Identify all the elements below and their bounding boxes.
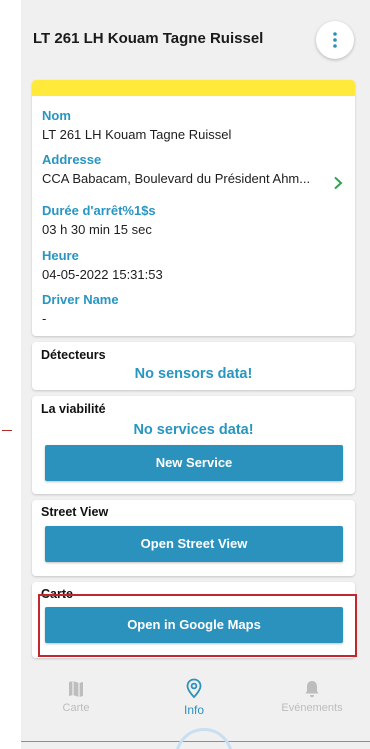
nav-tab-map[interactable]: Carte — [36, 666, 116, 714]
location-pin-icon — [186, 678, 202, 699]
sensors-empty-message: No sensors data! — [134, 366, 253, 382]
bottom-navigation: Carte Info Evénements — [21, 666, 370, 728]
edge-mark — [2, 430, 12, 431]
sensors-title: Détecteurs — [41, 348, 106, 362]
map-icon — [69, 681, 83, 697]
nav-tab-info[interactable]: Info — [154, 666, 234, 717]
time-value: 04-05-2022 15:31:53 — [42, 267, 163, 282]
more-vertical-icon — [333, 32, 337, 48]
stop-duration-label: Durée d'arrêt%1$s — [42, 203, 156, 218]
chevron-right-icon[interactable] — [333, 176, 343, 190]
address-value: CCA Babacam, Boulevard du Président Ahm.… — [42, 171, 311, 186]
services-title: La viabilité — [41, 402, 106, 416]
app-screen: LT 261 LH Kouam Tagne Ruissel Nom LT 261… — [21, 0, 370, 749]
more-options-button[interactable] — [316, 21, 354, 59]
name-field: Nom LT 261 LH Kouam Tagne Ruissel — [42, 108, 342, 142]
services-empty-message: No services data! — [133, 422, 254, 438]
stop-duration-field: Durée d'arrêt%1$s 03 h 30 min 15 sec — [42, 203, 342, 237]
nav-tab-info-label: Info — [183, 703, 204, 717]
floating-circle-overlay — [175, 728, 233, 749]
name-label: Nom — [42, 108, 71, 123]
stop-duration-value: 03 h 30 min 15 sec — [42, 222, 152, 237]
street-view-card: Street View Open Street View — [32, 500, 355, 576]
page-title: LT 261 LH Kouam Tagne Ruissel — [33, 30, 264, 47]
status-color-band — [32, 80, 355, 96]
driver-name-value: - — [42, 311, 47, 326]
time-label: Heure — [42, 248, 79, 263]
app-header: LT 261 LH Kouam Tagne Ruissel — [21, 0, 370, 75]
bell-icon — [305, 681, 319, 698]
address-label: Addresse — [42, 152, 102, 167]
sensors-card: Détecteurs No sensors data! — [32, 342, 355, 390]
nav-tab-events[interactable]: Evénements — [272, 666, 352, 714]
street-view-title: Street View — [41, 505, 109, 519]
services-card: La viabilité No services data! New Servi… — [32, 396, 355, 494]
time-field: Heure 04-05-2022 15:31:53 — [42, 248, 342, 282]
driver-name-label: Driver Name — [42, 292, 119, 307]
name-value: LT 261 LH Kouam Tagne Ruissel — [42, 127, 232, 142]
driver-name-field: Driver Name - — [42, 292, 342, 326]
address-field[interactable]: Addresse CCA Babacam, Boulevard du Prési… — [42, 152, 332, 186]
open-street-view-button[interactable]: Open Street View — [45, 526, 343, 562]
nav-tab-events-label: Evénements — [281, 702, 343, 714]
nav-tab-map-label: Carte — [62, 702, 90, 714]
new-service-button[interactable]: New Service — [45, 445, 343, 481]
highlight-box — [38, 594, 357, 657]
object-info-card: Nom LT 261 LH Kouam Tagne Ruissel Addres… — [32, 80, 355, 336]
